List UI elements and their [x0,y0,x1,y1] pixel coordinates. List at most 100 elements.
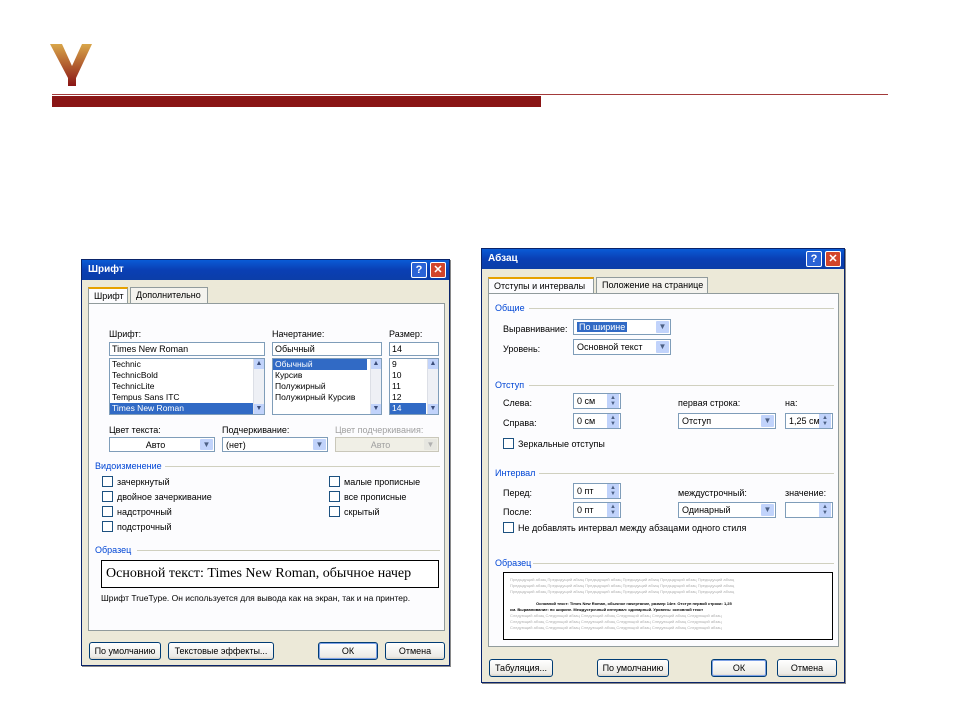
tab-line-page-breaks[interactable]: Положение на странице [596,277,708,293]
double-strikethrough-checkbox[interactable] [102,491,113,502]
spin-down-icon[interactable]: ▼ [607,420,619,428]
strikethrough-checkbox[interactable] [102,476,113,487]
cancel-button[interactable]: Отмена [385,642,445,660]
sample-group-label: Образец [495,558,532,568]
style-input[interactable]: Обычный [272,342,382,356]
line-spacing-select[interactable]: Одинарный ▼ [678,502,776,518]
help-button[interactable]: ? [806,251,822,267]
general-group-label: Общие [495,303,525,313]
left-indent-spinner[interactable]: 0 см ▲ ▼ [573,393,621,409]
first-line-select[interactable]: Отступ ▼ [678,413,776,429]
outline-level-label: Уровень: [503,344,541,354]
chevron-down-icon[interactable]: ▼ [761,504,774,516]
group-divider [539,473,834,474]
list-item[interactable]: Times New Roman [110,403,264,414]
spacing-value-label: значение: [785,488,827,498]
chevron-down-icon[interactable]: ▼ [761,415,774,427]
size-label: Размер: [389,329,423,339]
list-item[interactable]: Technic [110,359,264,370]
close-button[interactable]: ✕ [825,251,841,267]
double-strikethrough-label: двойное зачеркивание [117,492,212,502]
style-list[interactable]: Обычный Курсив Полужирный Полужирный Кур… [272,358,382,415]
paragraph-dialog-titlebar[interactable]: Абзац [482,249,844,269]
line-spacing-label: междустрочный: [678,488,747,498]
ok-button[interactable]: ОК [711,659,767,677]
list-item[interactable]: Полужирный Курсив [273,392,381,403]
spacing-after-label: После: [503,507,532,517]
underline-label: Подчеркивание: [222,425,290,435]
underline-select[interactable]: (нет) ▼ [222,437,328,452]
spin-down-icon[interactable]: ▼ [819,420,831,428]
font-label: Шрифт: [109,329,142,339]
chevron-down-icon[interactable]: ▼ [656,341,669,353]
indent-group-label: Отступ [495,380,525,390]
chevron-down-icon[interactable]: ▼ [656,321,669,333]
size-input[interactable]: 14 [389,342,439,356]
scroll-up-icon[interactable]: ▲ [254,359,264,369]
all-caps-label: все прописные [344,492,407,502]
font-name-list[interactable]: Technic TechnicBold TechnicLite Tempus S… [109,358,265,415]
superscript-checkbox[interactable] [102,506,113,517]
style-label: Начертание: [272,329,325,339]
list-item[interactable]: TechnicBold [110,370,264,381]
list-item[interactable]: Курсив [273,370,381,381]
first-line-by-spinner[interactable]: 1,25 см ▲ ▼ [785,413,833,429]
mirror-indents-label: Зеркальные отступы [518,439,605,449]
subscript-checkbox[interactable] [102,521,113,532]
tab-indents-spacing[interactable]: Отступы и интервалы [488,277,594,294]
text-effects-button[interactable]: Текстовые эффекты... [168,642,274,660]
spin-down-icon[interactable]: ▼ [607,509,619,517]
alignment-label: Выравнивание: [503,324,568,334]
paragraph-preview: Предыдущий абзац Предыдущий абзац Предыд… [503,572,833,640]
mirror-indents-checkbox[interactable] [503,438,514,449]
size-list[interactable]: 9 10 11 12 14 ▲ ▼ [389,358,439,415]
scroll-down-icon[interactable]: ▼ [254,404,264,414]
chevron-down-icon[interactable]: ▼ [200,439,213,450]
all-caps-checkbox[interactable] [329,491,340,502]
scroll-up-icon[interactable]: ▲ [428,359,438,369]
tab-font[interactable]: Шрифт [88,287,128,304]
spin-down-icon[interactable]: ▼ [819,509,831,517]
text-color-select[interactable]: Авто ▼ [109,437,215,452]
chevron-down-icon: ▼ [424,439,437,450]
no-space-same-style-label: Не добавлять интервал между абзацами одн… [518,523,747,533]
font-list-scrollbar[interactable]: ▲ ▼ [253,359,264,414]
no-space-same-style-checkbox[interactable] [503,522,514,533]
tab-advanced[interactable]: Дополнительно [130,287,208,303]
subscript-label: подстрочный [117,522,172,532]
tabs-button[interactable]: Табуляция... [489,659,553,677]
list-item[interactable]: Полужирный [273,381,381,392]
ok-button[interactable]: ОК [318,642,378,660]
scroll-down-icon[interactable]: ▼ [428,404,438,414]
list-item[interactable]: TechnicLite [110,381,264,392]
default-button[interactable]: По умолчанию [89,642,161,660]
spin-down-icon[interactable]: ▼ [607,490,619,498]
list-item[interactable]: Tempus Sans ITC [110,392,264,403]
spacing-after-spinner[interactable]: 0 пт ▲ ▼ [573,502,621,518]
spacing-before-spinner[interactable]: 0 пт ▲ ▼ [573,483,621,499]
spacing-value-spinner[interactable]: ▲ ▼ [785,502,833,518]
size-list-scrollbar[interactable]: ▲ ▼ [427,359,438,414]
alignment-select[interactable]: По ширине ▼ [573,319,671,335]
list-item[interactable]: 14 [390,403,426,414]
small-caps-checkbox[interactable] [329,476,340,487]
by-label: на: [785,398,798,408]
spin-down-icon[interactable]: ▼ [607,400,619,408]
cancel-button[interactable]: Отмена [777,659,837,677]
style-list-scrollbar[interactable]: ▲ ▼ [370,359,381,414]
font-dialog-titlebar[interactable]: Шрифт [82,260,449,280]
help-button[interactable]: ? [411,262,427,278]
scroll-up-icon[interactable]: ▲ [371,359,381,369]
spacing-group-label: Интервал [495,468,536,478]
scroll-down-icon[interactable]: ▼ [371,404,381,414]
default-button[interactable]: По умолчанию [597,659,669,677]
outline-level-select[interactable]: Основной текст ▼ [573,339,671,355]
right-indent-spinner[interactable]: 0 см ▲ ▼ [573,413,621,429]
hidden-checkbox[interactable] [329,506,340,517]
header-line [52,94,888,95]
font-tab-panel: Шрифт: Times New Roman Technic TechnicBo… [88,303,445,631]
font-name-input[interactable]: Times New Roman [109,342,265,356]
list-item[interactable]: Обычный [273,359,367,370]
chevron-down-icon[interactable]: ▼ [313,439,326,450]
close-button[interactable]: ✕ [430,262,446,278]
